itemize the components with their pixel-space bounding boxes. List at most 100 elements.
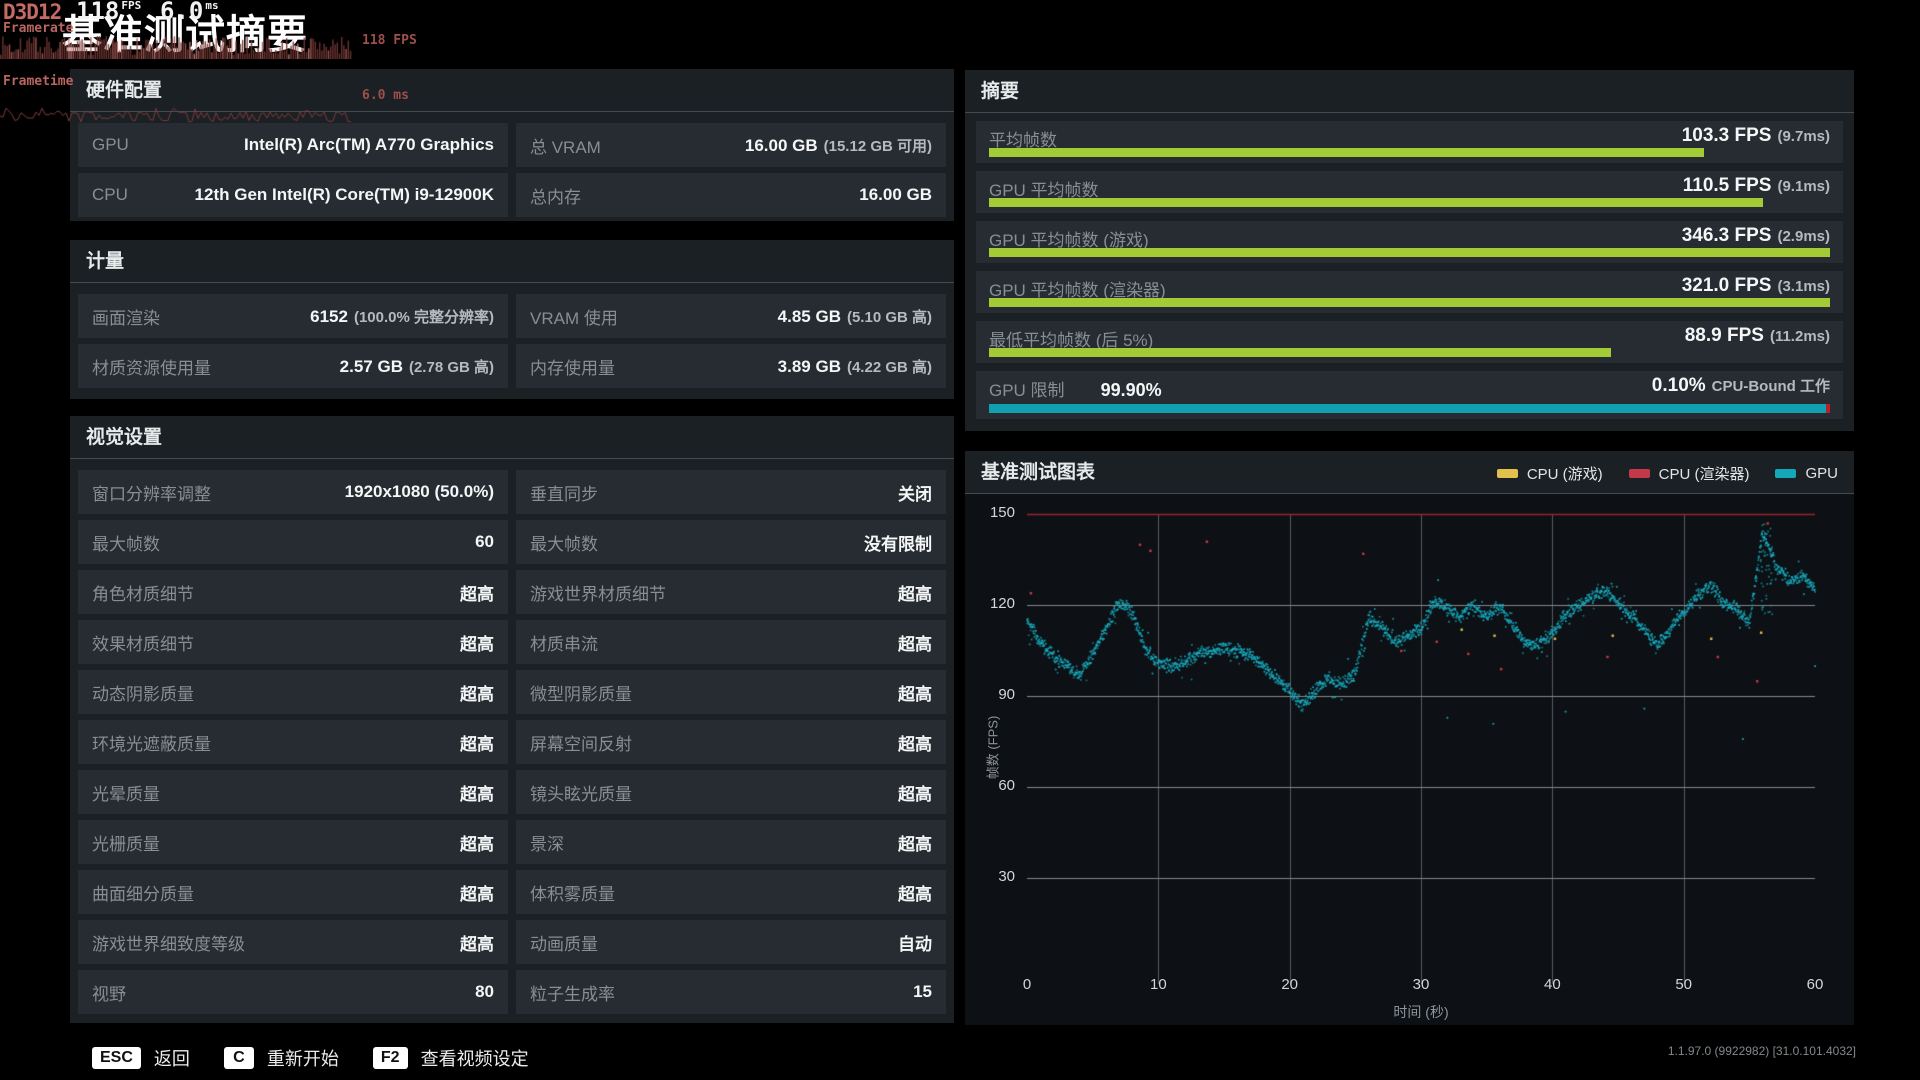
row-value-main: Intel(R) Arc(TM) A770 Graphics xyxy=(243,135,494,154)
row-label: 角色材质细节 xyxy=(92,584,194,604)
row-label: GPU xyxy=(92,135,129,154)
keycap[interactable]: C xyxy=(223,1047,254,1069)
row-value: 超高 xyxy=(898,630,932,655)
settings-row: 角色材质细节 超高 xyxy=(78,570,508,614)
metrics-row: 画面渲染 6152 (100.0% 完整分辨率) xyxy=(78,294,508,338)
x-tick: 10 xyxy=(1149,976,1167,993)
metrics-panel: 计量 画面渲染 6152 (100.0% 完整分辨率) VRAM 使用 4.85 GB (… xyxy=(70,240,954,399)
row-value: Intel(R) Arc(TM) A770 Graphics xyxy=(244,135,494,155)
summary-value-detail: (2.9ms) xyxy=(1777,228,1830,245)
row-value: 没有限制 xyxy=(864,530,932,555)
summary-row-labels: GPU 限制 99.90% xyxy=(989,376,1162,401)
hardware-row: CPU 12th Gen Intel(R) Core(TM) i9-12900K xyxy=(78,173,508,217)
row-value: 80 xyxy=(475,982,494,1002)
metrics-rows: 画面渲染 6152 (100.0% 完整分辨率) VRAM 使用 4.85 GB (5.1… xyxy=(78,294,946,388)
summary-panel: 摘要 平均帧数 103.3 FPS (9.7ms) GPU 平均帧数 110.5 FPS… xyxy=(965,70,1854,431)
row-value-main: 6152 xyxy=(310,306,348,326)
row-value-detail: (2.78 GB 高) xyxy=(408,358,494,376)
row-value-main: 超高 xyxy=(898,584,932,604)
footer-bar: ESC 返回 C 重新开始 F2 查看视频设定 1.1.97.0 (9922982) [3… xyxy=(0,1038,1920,1080)
row-value-main: 关闭 xyxy=(898,484,932,504)
summary-value-main: 346.3 FPS xyxy=(1681,225,1772,246)
y-axis-label: 帧数 (FPS) xyxy=(985,715,1001,780)
settings-row: 体积雾质量 超高 xyxy=(516,870,946,914)
row-value-main: 超高 xyxy=(898,884,932,904)
row-label: 粒子生成率 xyxy=(530,984,615,1004)
row-value-main: 超高 xyxy=(460,734,494,754)
settings-row: 粒子生成率 15 xyxy=(516,970,946,1014)
keycap[interactable]: F2 xyxy=(372,1047,408,1069)
settings-row: 游戏世界细致度等级 超高 xyxy=(78,920,508,964)
legend-swatch xyxy=(1775,469,1797,478)
settings-row: 微型阴影质量 超高 xyxy=(516,670,946,714)
row-value-main: 超高 xyxy=(898,834,932,854)
y-tick: 150 xyxy=(989,504,1015,522)
settings-row: 光晕质量 超高 xyxy=(78,770,508,814)
row-label: 景深 xyxy=(530,834,564,854)
key-action-label: 查看视频设定 xyxy=(420,1049,529,1069)
row-value-main: 超高 xyxy=(898,734,932,754)
summary-row-value: 88.9 FPS (11.2ms) xyxy=(1685,325,1830,347)
framerate-graph-value: 118 FPS xyxy=(362,33,417,48)
row-value-main: 3.89 GB xyxy=(777,356,841,376)
x-tick: 60 xyxy=(1806,976,1824,993)
row-value: 超高 xyxy=(460,580,494,605)
row-label: 镜头眩光质量 xyxy=(530,784,632,804)
legend-item: CPU (游戏) xyxy=(1496,463,1603,484)
key-hint-c[interactable]: C 重新开始 xyxy=(223,1045,339,1071)
y-tick: 120 xyxy=(989,595,1015,613)
row-value-detail: (15.12 GB 可用) xyxy=(823,137,932,155)
settings-row: 动态阴影质量 超高 xyxy=(78,670,508,714)
row-value: 超高 xyxy=(460,780,494,805)
summary-bar-track xyxy=(989,298,1830,307)
row-label: 动态阴影质量 xyxy=(92,684,194,704)
row-label: 画面渲染 xyxy=(92,308,160,328)
key-hint-esc[interactable]: ESC 返回 xyxy=(92,1045,190,1071)
summary-value-detail: (11.2ms) xyxy=(1769,328,1830,345)
row-value-main: 自动 xyxy=(898,934,932,954)
row-value: 超高 xyxy=(460,830,494,855)
cpu-bound-bar-tip xyxy=(1826,404,1830,413)
version-text: 1.1.97.0 (9922982) [31.0.101.4032] xyxy=(1667,1044,1856,1058)
legend-swatch xyxy=(1628,469,1650,478)
hardware-config-rows: GPU Intel(R) Arc(TM) A770 Graphics 总 VRAM 1… xyxy=(78,123,946,217)
settings-row: 光栅质量 超高 xyxy=(78,820,508,864)
settings-row: 曲面细分质量 超高 xyxy=(78,870,508,914)
row-label: 最大帧数 xyxy=(530,534,598,554)
row-value-main: 80 xyxy=(475,982,494,1001)
key-action-label: 返回 xyxy=(153,1049,190,1069)
row-label: 总 VRAM xyxy=(530,137,601,157)
row-value-detail: (4.22 GB 高) xyxy=(846,358,932,376)
d3d12-performance-overlay: D3D12 118 FPS 6.0 ms Framerate 118 FPS Fra… xyxy=(0,0,440,130)
summary-value-main: 88.9 FPS xyxy=(1684,325,1764,346)
settings-row: 材质串流 超高 xyxy=(516,620,946,664)
summary-value-detail: (9.1ms) xyxy=(1777,178,1830,195)
row-value: 超高 xyxy=(898,830,932,855)
summary-value-detail: CPU-Bound 工作 xyxy=(1711,378,1830,395)
row-value: 6152 (100.0% 完整分辨率) xyxy=(310,306,494,327)
summary-row-value: 110.5 FPS (9.1ms) xyxy=(1683,175,1830,197)
row-value: 超高 xyxy=(460,930,494,955)
row-value-detail: (100.0% 完整分辨率) xyxy=(353,308,494,326)
x-tick: 20 xyxy=(1281,976,1298,993)
row-value: 自动 xyxy=(898,930,932,955)
summary-bar-fill xyxy=(989,348,1612,357)
row-value-main: 超高 xyxy=(460,834,494,854)
summary-title: 摘要 xyxy=(965,70,1854,113)
keycap[interactable]: ESC xyxy=(92,1047,141,1069)
summary-row-value: 346.3 FPS (2.9ms) xyxy=(1682,225,1830,247)
row-value: 超高 xyxy=(898,730,932,755)
row-label: 屏幕空间反射 xyxy=(530,734,632,754)
summary-bar-fill xyxy=(989,298,1830,307)
summary-bar-fill xyxy=(989,248,1830,257)
summary-bar-fill xyxy=(989,148,1704,157)
summary-bar-track xyxy=(989,248,1830,257)
summary-row-value: 0.10% CPU-Bound 工作 xyxy=(1652,375,1830,397)
row-value-main: 16.00 GB xyxy=(859,185,932,204)
key-hint-f2[interactable]: F2 查看视频设定 xyxy=(372,1045,529,1071)
row-value-main: 超高 xyxy=(460,634,494,654)
fps-scatter-chart xyxy=(965,494,1854,1025)
summary-row-value: 321.0 FPS (3.1ms) xyxy=(1682,275,1830,297)
settings-row: 景深 超高 xyxy=(516,820,946,864)
legend-item: GPU xyxy=(1775,465,1838,482)
